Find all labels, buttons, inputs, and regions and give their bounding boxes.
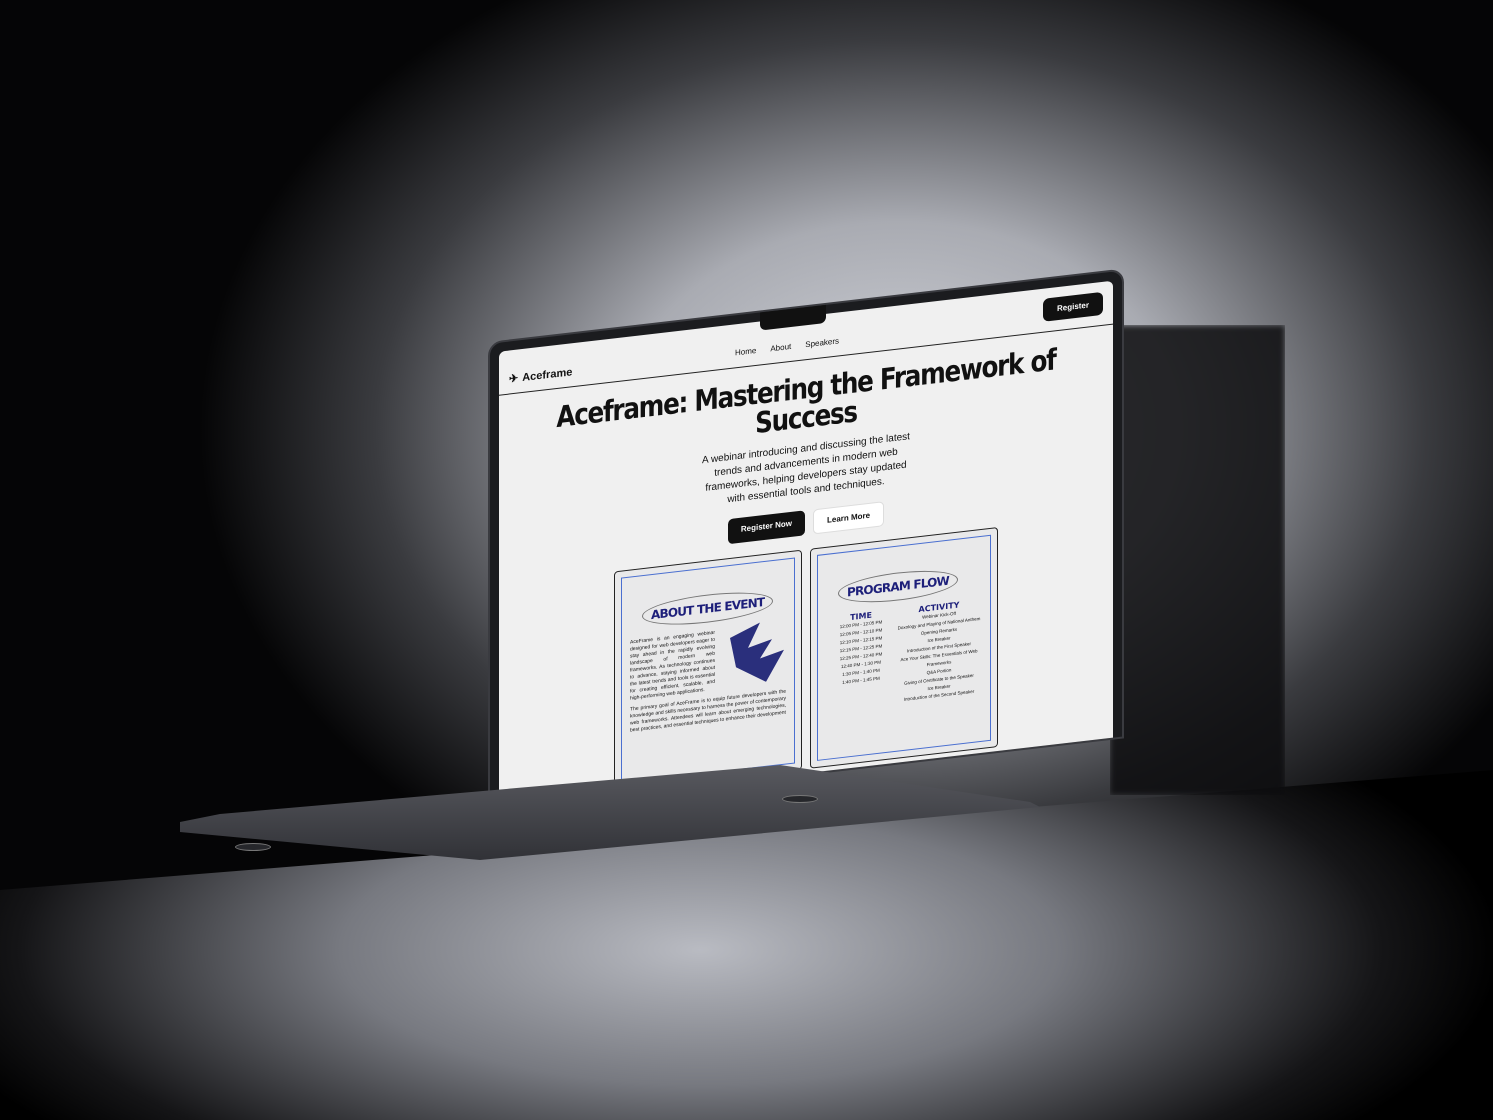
website: ✈ Aceframe Home About Speakers Register A… [499, 280, 1113, 809]
hero-subtitle: A webinar introducing and discussing the… [702, 431, 910, 506]
laptop-shadow [1110, 325, 1285, 795]
nav-links: Home About Speakers [735, 336, 839, 357]
laptop-foot [782, 795, 818, 803]
learn-more-button[interactable]: Learn More [813, 501, 885, 535]
about-paragraph-1: AceFrame is an engaging webinar designed… [630, 629, 715, 702]
about-title: ABOUT THE EVENT [642, 586, 774, 631]
logo[interactable]: ✈ Aceframe [509, 365, 573, 386]
register-now-button[interactable]: Register Now [727, 510, 805, 545]
logo-text: Aceframe [522, 365, 573, 384]
program-title: PROGRAM FLOW [838, 565, 958, 608]
screen-bezel: ✈ Aceframe Home About Speakers Register A… [488, 268, 1124, 812]
nav-about[interactable]: About [770, 342, 791, 353]
laptop-screen: ✈ Aceframe Home About Speakers Register A… [488, 268, 1124, 812]
nav-home[interactable]: Home [735, 346, 756, 357]
laptop-foot [235, 843, 271, 851]
register-button[interactable]: Register [1042, 291, 1103, 322]
about-card: ABOUT THE EVENT AceFrame is an engaging … [614, 549, 802, 792]
logo-icon: ✈ [509, 372, 519, 386]
program-card: PROGRAM FLOW TIME 12:00 PM - 12:05 PM 12:0… [810, 526, 998, 769]
program-table: TIME 12:00 PM - 12:05 PM 12:05 PM - 12:10 … [826, 599, 982, 713]
nav-speakers[interactable]: Speakers [805, 336, 839, 349]
aceframe-logo-mark [724, 620, 784, 687]
